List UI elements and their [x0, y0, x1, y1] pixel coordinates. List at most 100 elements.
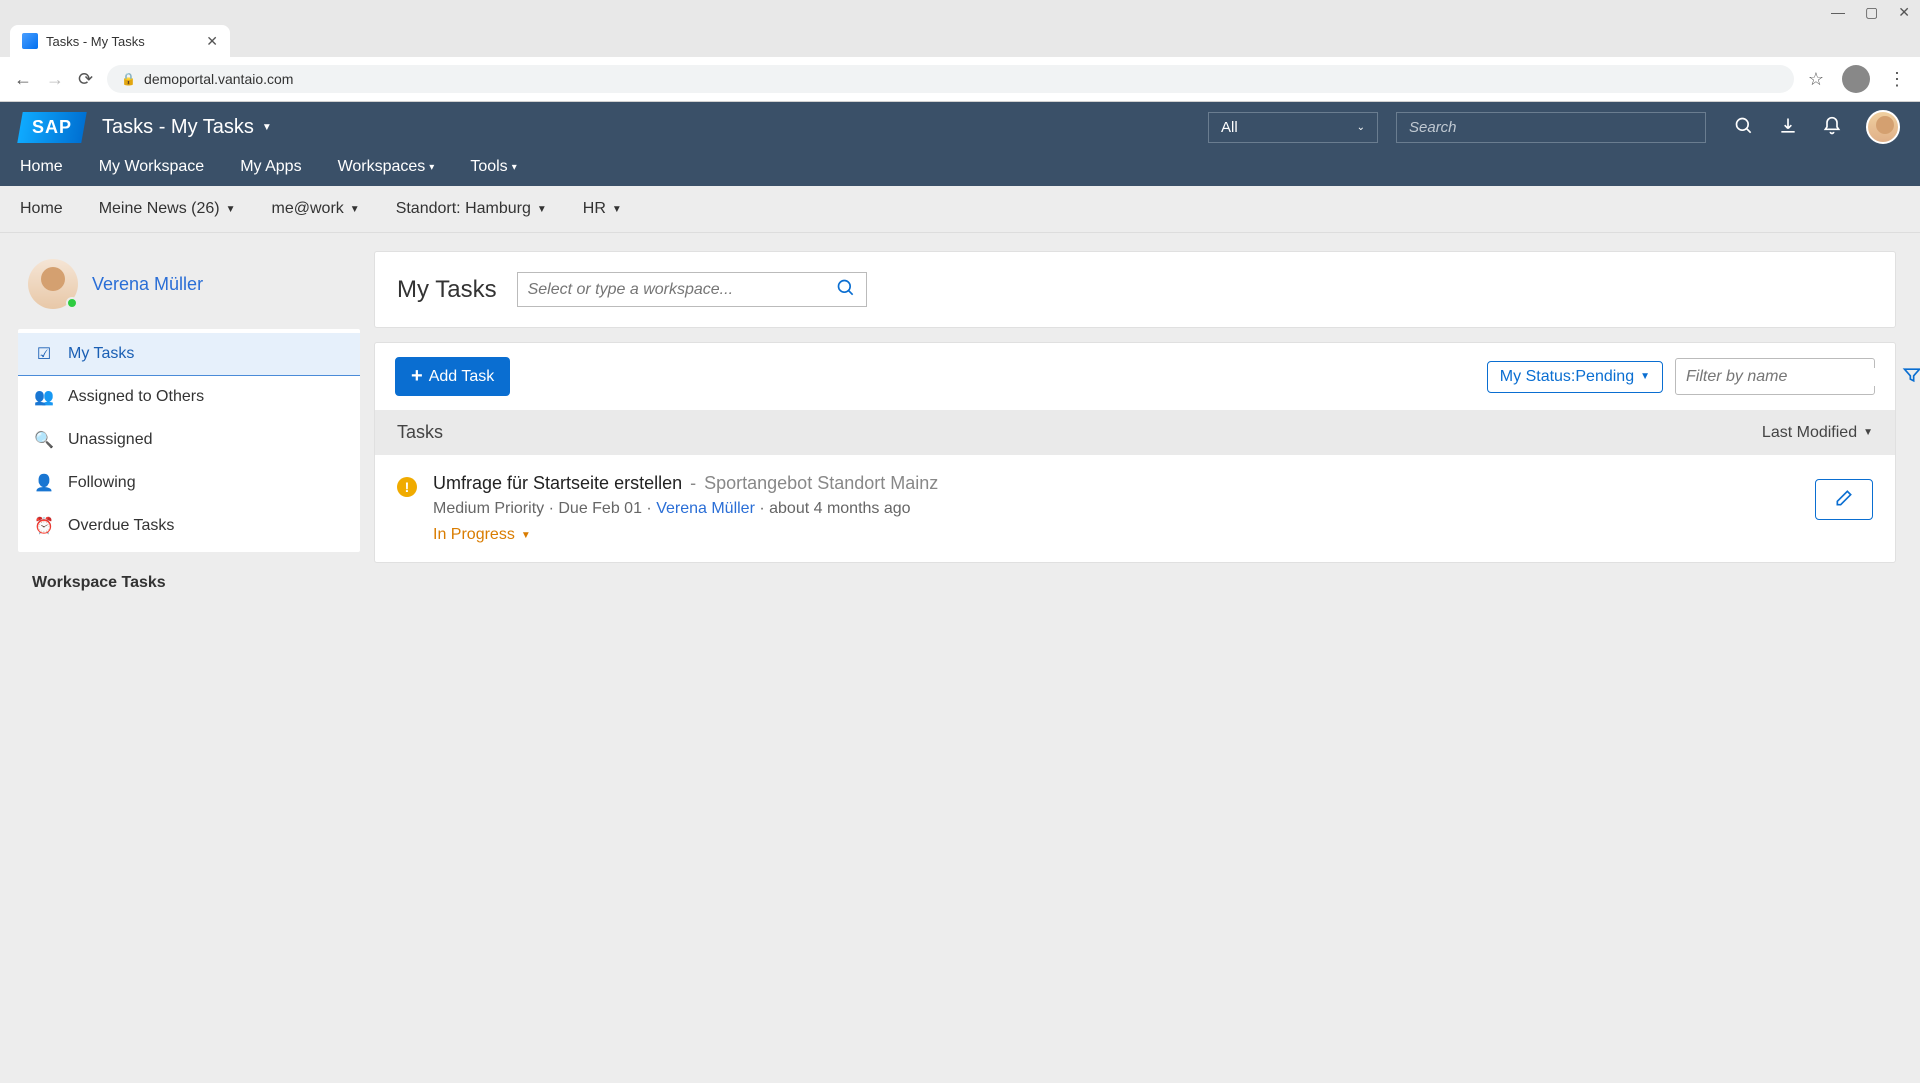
chevron-down-icon: ⌄	[1357, 122, 1365, 133]
browser-forward-icon[interactable]: →	[46, 69, 64, 90]
nav-my-workspace[interactable]: My Workspace	[99, 148, 205, 186]
sidebar-item-my-tasks[interactable]: ☑ My Tasks	[18, 333, 360, 376]
bell-icon[interactable]	[1822, 116, 1842, 139]
task-priority: Medium Priority	[433, 500, 544, 517]
people-icon: 👥	[34, 387, 54, 407]
clock-warning-icon: ⏰	[34, 516, 54, 536]
app-header: SAP Tasks - My Tasks ▼ All ⌄ Home My Wor…	[0, 102, 1920, 186]
sap-logo[interactable]: SAP	[17, 112, 86, 143]
sidebar-menu: ☑ My Tasks 👥 Assigned to Others 🔍 Unassi…	[18, 329, 360, 552]
user-avatar[interactable]	[1866, 110, 1900, 144]
content-area: My Tasks + Add Task My Status:Pending	[360, 233, 1920, 1083]
tasks-list-header: Tasks Last Modified ▼	[375, 410, 1895, 455]
chrome-menu-icon[interactable]: ⋮	[1888, 69, 1906, 90]
task-title: Umfrage für Startseite erstellen	[433, 473, 682, 494]
person-icon: 👤	[34, 473, 54, 493]
download-icon[interactable]	[1778, 116, 1798, 139]
sidebar-item-overdue-tasks[interactable]: ⏰ Overdue Tasks	[18, 505, 360, 548]
browser-back-icon[interactable]: ←	[14, 69, 32, 90]
chevron-down-icon: ▼	[262, 122, 272, 133]
workspace-search-input[interactable]	[528, 281, 836, 299]
sidebar-item-label: Unassigned	[68, 431, 153, 449]
content-title: My Tasks	[397, 276, 497, 304]
favicon-icon	[22, 33, 38, 49]
bookmark-star-icon[interactable]: ☆	[1808, 69, 1824, 90]
online-status-icon	[66, 297, 78, 309]
sort-label: Last Modified	[1762, 424, 1857, 442]
task-meta: Medium Priority · Due Feb 01 · Verena Mü…	[433, 500, 1799, 518]
task-status-label: In Progress	[433, 526, 515, 544]
address-bar[interactable]: 🔒 demoportal.vantaio.com	[107, 65, 1794, 93]
global-search-input[interactable]	[1396, 112, 1706, 143]
filter-icon[interactable]	[1902, 365, 1920, 388]
sidebar-item-unassigned[interactable]: 🔍 Unassigned	[18, 419, 360, 462]
secnav-standort[interactable]: Standort: Hamburg▼	[396, 186, 547, 232]
browser-tab[interactable]: Tasks - My Tasks ✕	[10, 25, 230, 57]
add-task-label: Add Task	[429, 368, 495, 386]
nav-workspaces[interactable]: Workspaces▾	[338, 148, 435, 186]
name-filter-input[interactable]	[1686, 368, 1894, 386]
nav-home[interactable]: Home	[20, 148, 63, 186]
person-search-icon: 🔍	[34, 430, 54, 450]
name-filter[interactable]	[1675, 358, 1875, 395]
title-panel: My Tasks	[374, 251, 1896, 328]
search-scope-label: All	[1221, 119, 1238, 136]
secnav-meatwork[interactable]: me@work▼	[272, 186, 360, 232]
chevron-down-icon: ▼	[1640, 371, 1650, 382]
tasks-heading: Tasks	[397, 422, 443, 443]
plus-icon: +	[411, 365, 423, 388]
browser-tab-title: Tasks - My Tasks	[46, 34, 145, 49]
main-area: Verena Müller ☑ My Tasks 👥 Assigned to O…	[0, 233, 1920, 1083]
sidebar-item-label: Following	[68, 474, 136, 492]
checkbox-icon: ☑	[34, 344, 54, 364]
page-title: Tasks - My Tasks	[102, 116, 254, 139]
secnav-home[interactable]: Home	[20, 186, 63, 232]
pencil-icon	[1834, 496, 1854, 511]
sidebar-item-label: My Tasks	[68, 345, 134, 363]
task-location: Sportangebot Standort Mainz	[704, 473, 938, 494]
chevron-down-icon: ▼	[521, 530, 531, 541]
secnav-meine-news[interactable]: Meine News (26)▼	[99, 186, 236, 232]
task-due: Due Feb 01	[558, 500, 642, 517]
url-text: demoportal.vantaio.com	[144, 71, 293, 87]
sidebar-user-name: Verena Müller	[92, 274, 203, 295]
search-icon[interactable]	[836, 278, 856, 301]
task-row[interactable]: ! Umfrage für Startseite erstellen - Spo…	[375, 455, 1895, 562]
task-assignee[interactable]: Verena Müller	[656, 500, 755, 517]
edit-task-button[interactable]	[1815, 479, 1873, 520]
task-status-dropdown[interactable]: In Progress ▼	[433, 526, 1799, 544]
sidebar-avatar	[28, 259, 78, 309]
sidebar: Verena Müller ☑ My Tasks 👥 Assigned to O…	[0, 233, 360, 1083]
search-scope-select[interactable]: All ⌄	[1208, 112, 1378, 143]
page-title-dropdown[interactable]: Tasks - My Tasks ▼	[102, 116, 272, 139]
sort-dropdown[interactable]: Last Modified ▼	[1762, 424, 1873, 442]
sidebar-item-label: Overdue Tasks	[68, 517, 174, 535]
nav-tools[interactable]: Tools▾	[470, 148, 516, 186]
sidebar-item-following[interactable]: 👤 Following	[18, 462, 360, 505]
lock-icon: 🔒	[121, 72, 136, 86]
tab-close-icon[interactable]: ✕	[206, 33, 218, 50]
window-maximize-icon[interactable]: ▢	[1865, 4, 1878, 21]
tasks-toolbar: + Add Task My Status:Pending ▼	[375, 343, 1895, 410]
browser-reload-icon[interactable]: ⟳	[78, 69, 93, 90]
search-icon[interactable]	[1734, 116, 1754, 139]
workspace-tasks-heading: Workspace Tasks	[18, 552, 360, 614]
status-filter-dropdown[interactable]: My Status:Pending ▼	[1487, 361, 1663, 393]
window-close-icon[interactable]: ✕	[1898, 4, 1910, 21]
sidebar-user-block[interactable]: Verena Müller	[18, 251, 360, 329]
workspace-search[interactable]	[517, 272, 867, 307]
sidebar-item-label: Assigned to Others	[68, 388, 204, 406]
secnav-hr[interactable]: HR▼	[583, 186, 622, 232]
chevron-down-icon: ▼	[1863, 427, 1873, 438]
priority-badge-icon: !	[397, 477, 417, 497]
add-task-button[interactable]: + Add Task	[395, 357, 510, 396]
task-separator: -	[690, 473, 696, 494]
status-filter-label: My Status:Pending	[1500, 368, 1634, 386]
sidebar-item-assigned-to-others[interactable]: 👥 Assigned to Others	[18, 376, 360, 419]
task-age: about 4 months ago	[769, 500, 910, 517]
chrome-profile-icon[interactable]	[1842, 65, 1870, 93]
tasks-panel: + Add Task My Status:Pending ▼ Tasks	[374, 342, 1896, 563]
window-minimize-icon[interactable]: —	[1831, 4, 1845, 21]
secondary-nav: Home Meine News (26)▼ me@work▼ Standort:…	[0, 186, 1920, 233]
nav-my-apps[interactable]: My Apps	[240, 148, 301, 186]
